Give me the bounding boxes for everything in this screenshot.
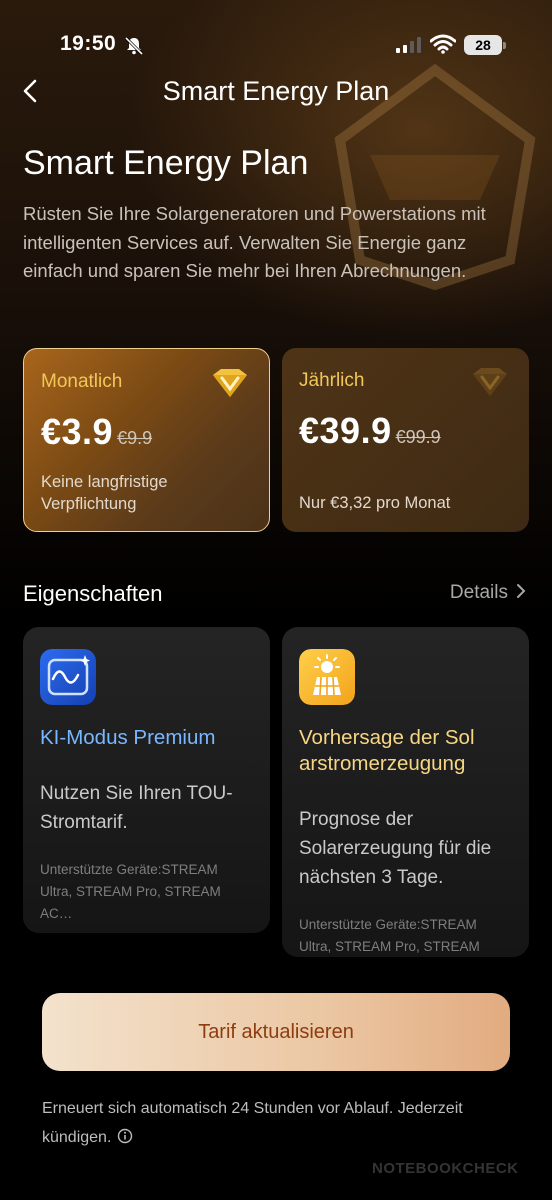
plan-card-yearly[interactable]: Jährlich €39.9 €99.9 Nur €3,32 pro Monat [282,348,529,532]
feature-text: Prognose der Solarerzeugung für die näch… [299,809,492,888]
plan-price: €39.9 €99.9 [299,410,441,452]
feature-title: KI-Modus Premium [40,726,216,749]
cellular-signal-icon [396,37,421,53]
plan-note: Keine langfristige Verpflichtung [41,473,168,513]
feature-title: Vorhersage der Sol arstromerzeugung [299,726,475,775]
nav-title: Smart Energy Plan [162,76,390,106]
solar-panel-icon [299,649,355,705]
ai-wave-icon [40,649,96,705]
chevron-right-icon [517,584,526,598]
page-description: Rüsten Sie Ihre Solargeneratoren und Pow… [23,203,486,281]
plan-price-value: €3.9 [41,411,114,452]
upgrade-plan-button[interactable]: Tarif aktualisieren [42,993,510,1071]
plan-price: €3.9 €9.9 [41,411,152,453]
feature-text: Nutzen Sie Ihren TOU-Stromtarif. [40,783,233,833]
status-bar: 19:50 28 [0,30,552,62]
feature-card-ai-mode[interactable]: KI-Modus Premium Nutzen Sie Ihren TOU-St… [23,627,270,933]
wifi-icon [430,34,456,54]
page-title: Smart Energy Plan [23,144,309,182]
bell-muted-icon [124,36,144,56]
plan-card-monthly[interactable]: Monatlich €3.9 €9.9 Keine langfristige Ve… [23,348,270,532]
plan-old-price: €9.9 [117,428,153,448]
status-time: 19:50 [60,32,117,55]
battery-tip [503,42,506,49]
plan-price-value: €39.9 [299,410,392,451]
feature-supported-devices: Unterstützte Geräte:STREAM Ultra, STREAM… [299,917,480,954]
plan-old-price: €99.9 [395,427,441,447]
renewal-notice-text: Erneuert sich automatisch 24 Stunden vor… [42,1100,463,1146]
info-icon[interactable] [117,1128,133,1144]
watermark-logo: NOTEBOOKCHECK [372,1160,519,1177]
feature-card-solar-forecast[interactable]: Vorhersage der Sol arstromerzeugung Prog… [282,627,529,957]
feature-supported-devices: Unterstützte Geräte:STREAM Ultra, STREAM… [40,862,221,921]
details-label: Details [449,582,508,603]
battery-indicator: 28 [464,35,502,55]
plan-note: Nur €3,32 pro Monat [299,494,451,512]
vip-gem-icon [213,369,247,397]
features-heading: Eigenschaften [23,581,163,606]
vip-gem-icon [473,368,507,396]
nav-bar: Smart Energy Plan [0,70,552,114]
renewal-notice: Erneuert sich automatisch 24 Stunden vor… [42,1094,522,1152]
details-link[interactable]: Details [450,582,526,604]
